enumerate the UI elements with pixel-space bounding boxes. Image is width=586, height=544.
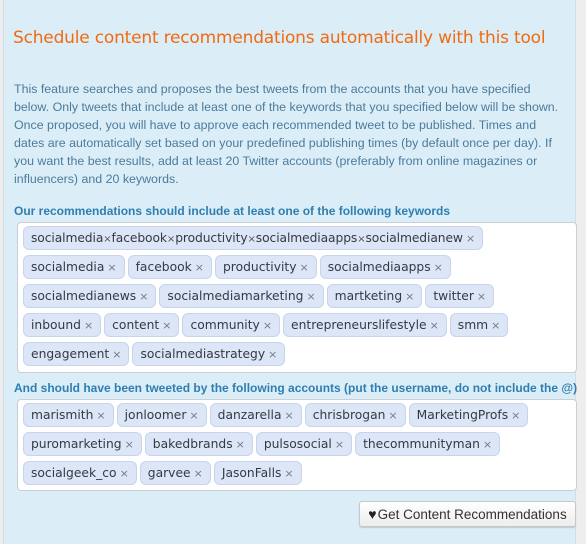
account-tag[interactable]: jonloomer × <box>116 403 207 427</box>
keyword-tag-label: smm <box>457 318 489 332</box>
keyword-tag[interactable]: socialmediamarketing × <box>159 284 324 308</box>
keyword-tag[interactable]: facebook × <box>127 255 212 279</box>
remove-tag-icon[interactable]: × <box>430 319 439 332</box>
remove-tag-icon[interactable]: × <box>306 290 315 303</box>
remove-tag-icon[interactable]: × <box>263 319 272 332</box>
keyword-tag[interactable]: martketing × <box>326 284 423 308</box>
remove-tag-icon[interactable]: × <box>236 438 245 451</box>
keyword-tag-label: socialmediaapps <box>327 260 431 274</box>
account-tag[interactable]: socialgeek_co × <box>23 461 137 485</box>
keyword-tag-label: facebook <box>135 260 192 274</box>
account-tag-label: marismith <box>31 408 94 422</box>
heart-icon: ♥ <box>368 506 377 522</box>
keyword-tag-label: martketing <box>334 289 403 303</box>
keyword-tag-label: engagement <box>31 347 110 361</box>
intro-text: This feature searches and proposes the b… <box>14 82 559 186</box>
keyword-tag-label: community <box>190 318 260 332</box>
remove-tag-icon[interactable]: × <box>434 261 443 274</box>
account-tag-label: socialgeek_co <box>31 466 117 480</box>
recommendations-panel: Schedule content recommendations automat… <box>3 0 578 544</box>
keyword-tag[interactable]: productivity × <box>214 255 317 279</box>
remove-tag-icon[interactable]: × <box>84 319 93 332</box>
remove-tag-icon[interactable]: × <box>511 409 520 422</box>
remove-tag-icon[interactable]: × <box>268 348 277 361</box>
remove-tag-icon[interactable]: × <box>335 438 344 451</box>
remove-tag-icon[interactable]: × <box>194 467 203 480</box>
account-tag-label: pulsosocial <box>263 437 332 451</box>
account-tag-label: thecommunityman <box>363 437 480 451</box>
keyword-tag[interactable]: twitter × <box>425 284 495 308</box>
remove-tag-icon[interactable]: × <box>483 438 492 451</box>
keyword-tag-label: inbound <box>31 318 81 332</box>
account-tag-label: chrisbrogan <box>312 408 386 422</box>
account-tag[interactable]: danzarella × <box>209 403 302 427</box>
keywords-pending-tag[interactable]: socialmedia×facebook×productivity×social… <box>23 226 484 250</box>
account-tag[interactable]: pulsosocial × <box>255 432 353 456</box>
keyword-tag-label: socialmedia <box>31 260 105 274</box>
remove-tag-icon[interactable]: × <box>125 438 134 451</box>
keyword-tag-label: productivity <box>222 260 297 274</box>
keyword-tag[interactable]: socialmediastrategy × <box>132 342 286 366</box>
account-tag-label: danzarella <box>217 408 282 422</box>
remove-tag-icon[interactable]: × <box>139 290 148 303</box>
page-title: Schedule content recommendations automat… <box>13 28 546 48</box>
remove-tag-icon[interactable]: × <box>285 409 294 422</box>
account-tag-label: garvee <box>147 466 191 480</box>
keyword-tag[interactable]: socialmediaapps × <box>319 255 451 279</box>
account-tag[interactable]: thecommunityman × <box>355 432 501 456</box>
remove-tag-icon[interactable]: × <box>189 409 198 422</box>
get-recommendations-button[interactable]: ♥ Get Content Recommendations <box>359 501 576 527</box>
keyword-tag[interactable]: entrepreneurslifestyle × <box>283 313 447 337</box>
keyword-tag-label: twitter <box>433 289 474 303</box>
remove-tag-icon[interactable]: × <box>300 261 309 274</box>
keyword-tag-label: entrepreneurslifestyle <box>291 318 427 332</box>
account-tag[interactable]: garvee × <box>139 461 211 485</box>
keyword-tag-label: socialmedianews <box>31 289 137 303</box>
remove-tag-icon[interactable]: × <box>284 467 293 480</box>
remove-tag-icon[interactable]: × <box>112 348 121 361</box>
remove-tag-icon[interactable]: × <box>477 290 486 303</box>
keyword-tag[interactable]: inbound × <box>23 313 102 337</box>
account-tag[interactable]: marismith × <box>23 403 114 427</box>
remove-tag-icon[interactable]: × <box>466 232 475 245</box>
account-tag-label: puromarketing <box>31 437 122 451</box>
keyword-tag[interactable]: community × <box>182 313 281 337</box>
account-tag[interactable]: MarketingProfs × <box>408 403 529 427</box>
account-tag[interactable]: bakedbrands × <box>144 432 253 456</box>
remove-tag-icon[interactable]: × <box>388 409 397 422</box>
keyword-tag[interactable]: socialmedianews × <box>23 284 157 308</box>
keyword-tag-label: socialmediastrategy <box>140 347 266 361</box>
accounts-label: And should have been tweeted by the foll… <box>14 381 578 395</box>
pending-keywords-text: socialmedia×facebook×productivity×social… <box>31 231 463 245</box>
remove-tag-icon[interactable]: × <box>195 261 204 274</box>
keyword-tag[interactable]: engagement × <box>23 342 130 366</box>
remove-tag-icon[interactable]: × <box>405 290 414 303</box>
account-tag[interactable]: puromarketing × <box>23 432 142 456</box>
account-tag-label: JasonFalls <box>221 466 282 480</box>
account-tag-label: jonloomer <box>124 408 187 422</box>
account-tag[interactable]: JasonFalls × <box>213 461 302 485</box>
keyword-tag[interactable]: socialmedia × <box>23 255 125 279</box>
keyword-tag-label: socialmediamarketing <box>167 289 304 303</box>
account-tag[interactable]: chrisbrogan × <box>304 403 406 427</box>
remove-tag-icon[interactable]: × <box>107 261 116 274</box>
get-recommendations-label: Get Content Recommendations <box>377 506 567 522</box>
remove-tag-icon[interactable]: × <box>120 467 129 480</box>
remove-tag-icon[interactable]: × <box>491 319 500 332</box>
accounts-input[interactable]: marismith × jonloomer × danzarella × chrisbrog… <box>17 399 577 491</box>
keywords-input[interactable]: socialmedia×facebook×productivity×social… <box>17 222 577 373</box>
keywords-label: Our recommendations should include at le… <box>14 204 451 218</box>
account-tag-label: bakedbrands <box>152 437 233 451</box>
account-tag-label: MarketingProfs <box>416 408 509 422</box>
keyword-tag[interactable]: smm × <box>449 313 509 337</box>
keyword-tag-label: content <box>112 318 160 332</box>
remove-tag-icon[interactable]: × <box>96 409 105 422</box>
remove-tag-icon[interactable]: × <box>162 319 171 332</box>
keyword-tag[interactable]: content × <box>104 313 180 337</box>
